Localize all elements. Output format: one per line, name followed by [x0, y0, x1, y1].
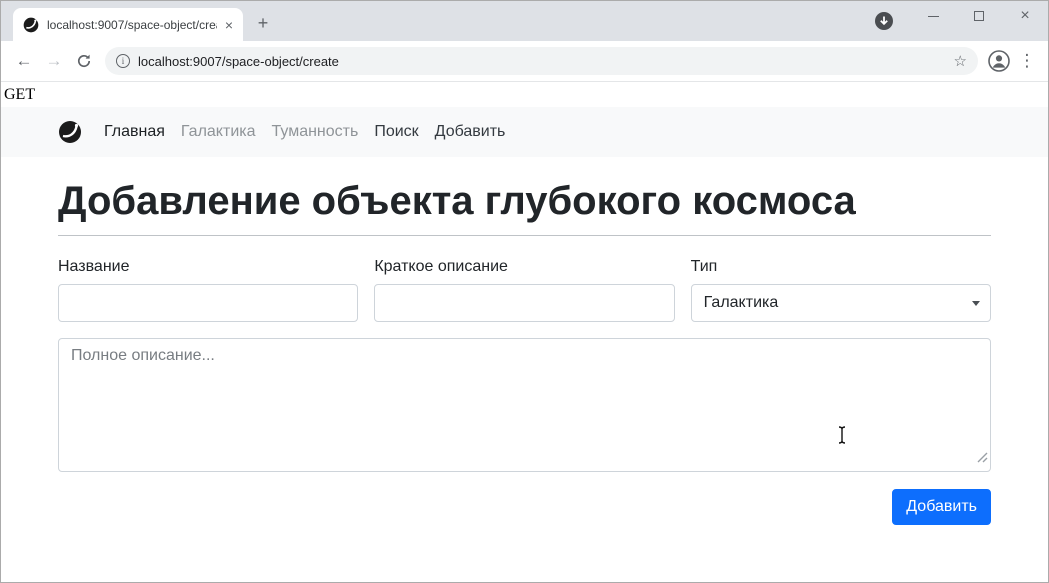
main-content: Добавление объекта глубокого космоса Наз… [58, 177, 991, 525]
browser-toolbar: ← → i localhost:9007/space-object/create… [1, 41, 1048, 82]
profile-avatar[interactable] [984, 46, 1014, 76]
short-desc-input[interactable] [374, 284, 674, 322]
minimize-button[interactable] [910, 1, 956, 31]
brand-logo-icon[interactable] [58, 120, 82, 144]
reload-button[interactable] [69, 46, 99, 76]
window-controls: × [874, 1, 1048, 41]
maximize-button[interactable] [956, 1, 1002, 31]
nav-link-nebula[interactable]: Туманность [264, 123, 367, 141]
name-label: Название [58, 258, 358, 276]
type-select[interactable]: Галактика [691, 284, 991, 322]
forward-button: → [39, 46, 69, 76]
browser-tab[interactable]: localhost:9007/space-object/crea × [13, 8, 243, 41]
resize-grip-icon[interactable] [977, 450, 988, 468]
form-actions: Добавить [58, 489, 991, 525]
page-title: Добавление объекта глубокого космоса [58, 177, 991, 225]
nav-link-home[interactable]: Главная [96, 123, 173, 141]
minimize-icon [928, 16, 939, 17]
page-info-icon[interactable]: i [116, 54, 130, 68]
address-bar[interactable]: i localhost:9007/space-object/create ☆ [105, 47, 978, 75]
short-desc-field-group: Краткое описание [374, 258, 674, 322]
name-field-group: Название [58, 258, 358, 322]
tab-title: localhost:9007/space-object/crea [47, 18, 217, 32]
maximize-icon [974, 11, 984, 21]
browser-update-icon[interactable] [874, 11, 894, 31]
debug-method-text: GET [1, 82, 1048, 107]
nav-link-galaxy[interactable]: Галактика [173, 123, 264, 141]
type-select-value: Галактика [704, 294, 779, 312]
browser-menu-icon[interactable]: ⋮ [1014, 46, 1040, 76]
close-window-button[interactable]: × [1002, 1, 1048, 31]
submit-button[interactable]: Добавить [892, 489, 991, 525]
nav-link-add[interactable]: Добавить [427, 123, 514, 141]
form-fields-row: Название Краткое описание Тип Галактика [58, 258, 991, 322]
chevron-down-icon [972, 301, 980, 306]
url-text[interactable]: localhost:9007/space-object/create [138, 54, 946, 69]
bookmark-star-icon[interactable]: ☆ [954, 52, 967, 70]
new-tab-button[interactable]: + [249, 9, 277, 37]
divider [58, 235, 991, 236]
short-desc-label: Краткое описание [374, 258, 674, 276]
type-label: Тип [691, 258, 991, 276]
tab-strip: localhost:9007/space-object/crea × + × [1, 1, 1048, 41]
full-desc-textarea[interactable] [58, 338, 991, 472]
full-desc-wrap [58, 338, 991, 472]
web-page: GET Главная Галактика Туманность Поиск Д… [1, 82, 1048, 582]
browser-window: localhost:9007/space-object/crea × + × ←… [0, 0, 1049, 583]
nav-link-search[interactable]: Поиск [366, 123, 426, 141]
name-input[interactable] [58, 284, 358, 322]
site-favicon-icon [23, 17, 39, 33]
type-field-group: Тип Галактика [691, 258, 991, 322]
site-navbar: Главная Галактика Туманность Поиск Добав… [1, 107, 1048, 157]
tab-close-icon[interactable]: × [225, 18, 233, 32]
back-button[interactable]: ← [9, 46, 39, 76]
